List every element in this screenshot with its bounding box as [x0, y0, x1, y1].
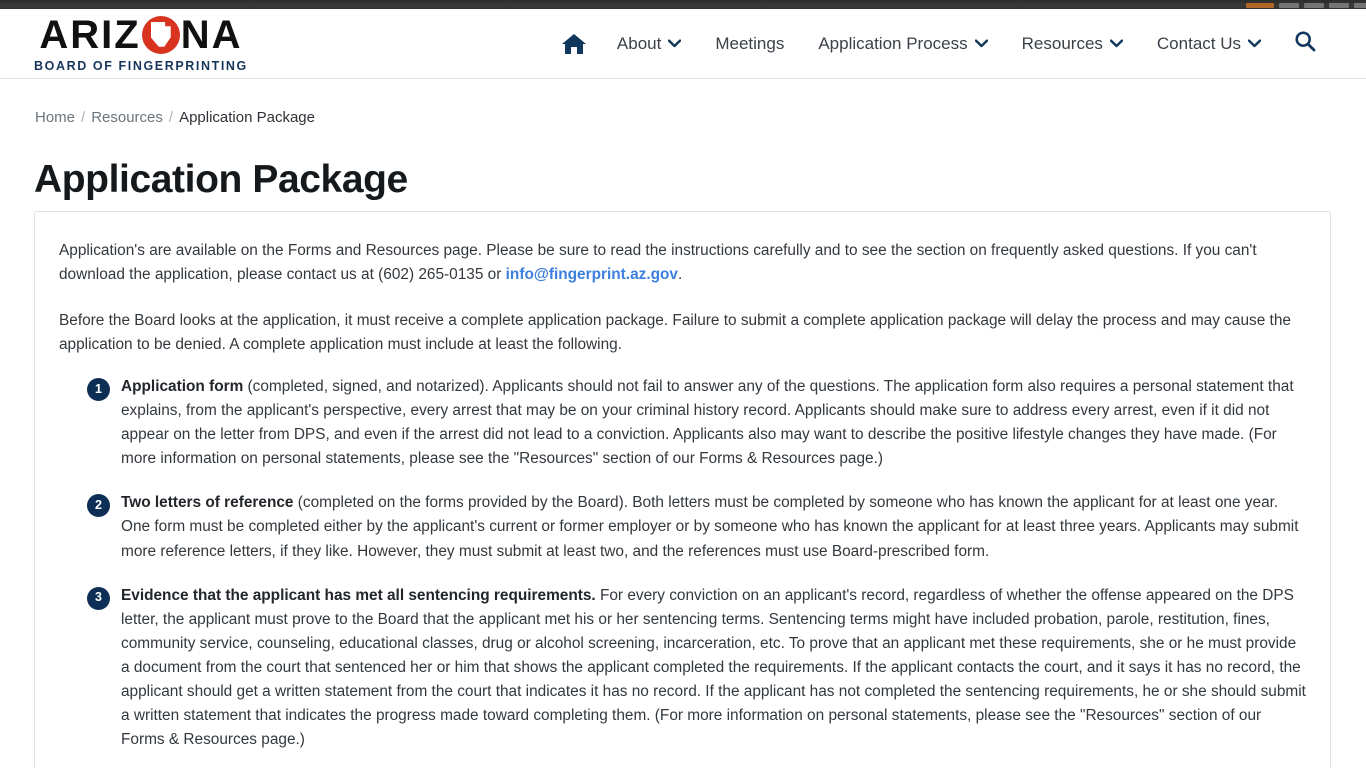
requirements-intro-paragraph: Before the Board looks at the applicatio…: [59, 311, 1291, 353]
chevron-down-icon: [668, 39, 682, 48]
nav-item-home[interactable]: [548, 26, 600, 62]
intro-paragraph-text-after-link: .: [677, 266, 683, 284]
requirements-list: 1 Application form (completed, signed, an…: [59, 375, 1306, 768]
chevron-down-icon: [1109, 39, 1123, 48]
logo-wordmark: ARIZ NA: [39, 15, 242, 55]
list-item-text: (completed on the forms provided by the …: [121, 494, 1299, 560]
breadcrumb-item-current: Application Package: [179, 109, 315, 126]
search-button[interactable]: [1278, 24, 1326, 63]
browser-chrome-tab: [1329, 3, 1349, 8]
nav-item-about[interactable]: About: [600, 28, 698, 60]
logo-subtitle: BOARD OF FINGERPRINTING: [34, 58, 248, 73]
content-card: Application's are available on the Forms…: [34, 211, 1331, 768]
main-navigation: About Meetings Application Process Resou…: [548, 24, 1326, 63]
nav-item-meetings[interactable]: Meetings: [698, 28, 801, 60]
list-item-number-badge: 1: [87, 378, 110, 402]
list-item: 3 Evidence that the applicant has met all…: [59, 584, 1306, 752]
list-item-lead: Application form: [121, 378, 244, 396]
site-header: ARIZ NA BOARD OF FINGERPRINTING About Me…: [0, 9, 1366, 79]
browser-chrome-tab: [1279, 3, 1299, 8]
breadcrumb-separator: /: [168, 109, 174, 126]
home-icon: [561, 32, 587, 56]
breadcrumb-item-resources[interactable]: Resources: [91, 109, 163, 126]
list-item-text: For every conviction on an applicant's r…: [121, 586, 1306, 748]
logo-word-part1: ARIZ: [39, 12, 141, 57]
browser-chrome-tab: [1354, 3, 1366, 8]
page-root: ARIZ NA BOARD OF FINGERPRINTING About Me…: [0, 0, 1366, 768]
nav-item-resources[interactable]: Resources: [1005, 28, 1140, 60]
list-item-lead: Two letters of reference: [121, 494, 294, 512]
email-link[interactable]: info@fingerprint.az.gov: [506, 266, 678, 283]
chevron-down-icon: [974, 39, 988, 48]
list-item: 2 Two letters of reference (completed on …: [59, 491, 1306, 563]
nav-item-application-process[interactable]: Application Process: [801, 28, 1004, 60]
arizona-state-outline-icon: [141, 15, 180, 54]
browser-chrome-bar: [0, 0, 1366, 9]
nav-item-contact-us-label: Contact Us: [1156, 33, 1241, 53]
list-item-lead: Evidence that the applicant has met all …: [121, 586, 596, 604]
intro-paragraph: Application's are available on the Forms…: [59, 239, 1306, 288]
browser-chrome-tabs: [1246, 3, 1366, 8]
browser-chrome-tab-active: [1246, 3, 1274, 8]
breadcrumb-separator: /: [81, 109, 86, 126]
nav-item-meetings-label: Meetings: [715, 33, 785, 53]
logo-word-part2: NA: [180, 12, 243, 57]
breadcrumb: Home / Resources / Application Package: [35, 109, 315, 126]
nav-item-contact-us[interactable]: Contact Us: [1140, 28, 1278, 60]
nav-item-resources-label: Resources: [1021, 33, 1103, 53]
nav-item-about-label: About: [616, 33, 662, 53]
browser-chrome-tab: [1304, 3, 1324, 8]
list-item-number-badge: 3: [87, 586, 110, 610]
breadcrumb-item-home[interactable]: Home: [35, 109, 75, 126]
nav-item-application-process-label: Application Process: [818, 33, 968, 53]
search-icon: [1294, 31, 1316, 56]
list-item-number-badge: 2: [87, 494, 110, 518]
chevron-down-icon: [1248, 39, 1261, 48]
list-item: 1 Application form (completed, signed, an…: [59, 375, 1306, 471]
page-title: Application Package: [34, 158, 408, 201]
site-logo[interactable]: ARIZ NA BOARD OF FINGERPRINTING: [34, 15, 248, 73]
list-item-text: (completed, signed, and notarized). Appl…: [121, 378, 1294, 468]
